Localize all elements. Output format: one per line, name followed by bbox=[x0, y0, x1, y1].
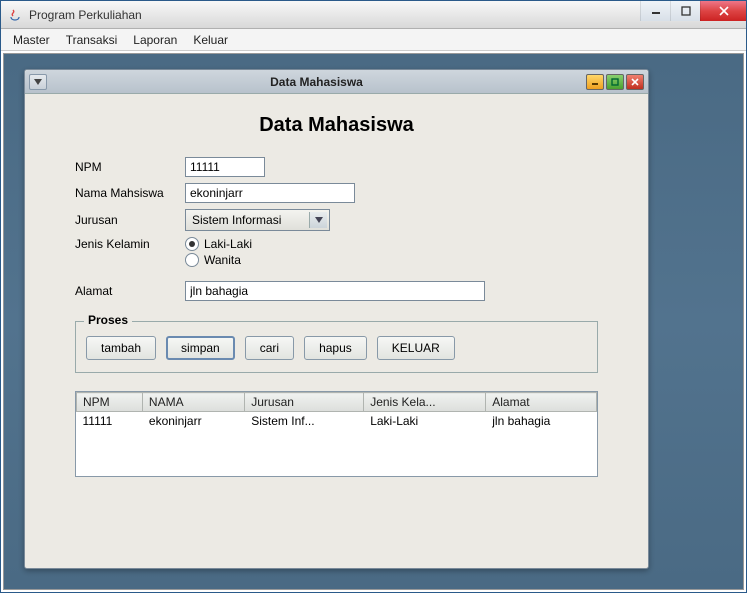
jurusan-selected-value: Sistem Informasi bbox=[192, 213, 281, 227]
proses-legend: Proses bbox=[84, 313, 132, 327]
window-controls bbox=[640, 1, 746, 21]
label-jurusan: Jurusan bbox=[75, 213, 185, 227]
button-row: tambah simpan cari hapus KELUAR bbox=[86, 336, 587, 360]
menu-master[interactable]: Master bbox=[7, 31, 56, 49]
form: NPM Nama Mahsiswa Jurusan Sistem Informa… bbox=[75, 157, 618, 307]
keluar-button[interactable]: KELUAR bbox=[377, 336, 455, 360]
jurusan-select[interactable]: Sistem Informasi bbox=[185, 209, 330, 231]
col-nama[interactable]: NAMA bbox=[142, 393, 244, 412]
radio-laki-label: Laki-Laki bbox=[204, 237, 252, 251]
cell-alamat: jln bahagia bbox=[486, 412, 597, 431]
internal-frame: Data Mahasiswa Data Mahasiswa bbox=[24, 69, 649, 569]
system-menu-icon[interactable] bbox=[29, 74, 47, 90]
cell-npm: 11111 bbox=[77, 412, 143, 431]
app-window: Program Perkuliahan Master Transaksi Lap… bbox=[0, 0, 747, 593]
cell-jurusan: Sistem Inf... bbox=[245, 412, 364, 431]
npm-input[interactable] bbox=[185, 157, 265, 177]
table-row[interactable]: 11111 ekoninjarr Sistem Inf... Laki-Laki… bbox=[77, 412, 597, 431]
label-nama: Nama Mahsiswa bbox=[75, 186, 185, 200]
internal-controls bbox=[586, 74, 644, 90]
col-npm[interactable]: NPM bbox=[77, 393, 143, 412]
radio-wanita[interactable]: Wanita bbox=[185, 253, 252, 267]
label-jenis-kelamin: Jenis Kelamin bbox=[75, 237, 185, 251]
menu-transaksi[interactable]: Transaksi bbox=[60, 31, 124, 49]
col-jenis-kelamin[interactable]: Jenis Kela... bbox=[364, 393, 486, 412]
internal-titlebar: Data Mahasiswa bbox=[25, 70, 648, 94]
col-alamat[interactable]: Alamat bbox=[486, 393, 597, 412]
internal-minimize-button[interactable] bbox=[586, 74, 604, 90]
cari-button[interactable]: cari bbox=[245, 336, 294, 360]
label-npm: NPM bbox=[75, 160, 185, 174]
close-button[interactable] bbox=[700, 1, 746, 21]
window-title: Program Perkuliahan bbox=[29, 8, 142, 22]
internal-close-button[interactable] bbox=[626, 74, 644, 90]
radio-wanita-label: Wanita bbox=[204, 253, 241, 267]
page-heading: Data Mahasiswa bbox=[55, 114, 618, 137]
internal-title: Data Mahasiswa bbox=[47, 75, 586, 89]
menu-laporan[interactable]: Laporan bbox=[127, 31, 183, 49]
hapus-button[interactable]: hapus bbox=[304, 336, 367, 360]
nama-input[interactable] bbox=[185, 183, 355, 203]
titlebar: Program Perkuliahan bbox=[1, 1, 746, 29]
jenis-kelamin-group: Laki-Laki Wanita bbox=[185, 237, 252, 267]
label-alamat: Alamat bbox=[75, 284, 185, 298]
radio-icon bbox=[185, 237, 199, 251]
simpan-button[interactable]: simpan bbox=[166, 336, 235, 360]
maximize-button[interactable] bbox=[670, 1, 700, 21]
java-icon bbox=[7, 7, 23, 23]
cell-nama: ekoninjarr bbox=[142, 412, 244, 431]
alamat-input[interactable] bbox=[185, 281, 485, 301]
col-jurusan[interactable]: Jurusan bbox=[245, 393, 364, 412]
cell-jk: Laki-Laki bbox=[364, 412, 486, 431]
menubar: Master Transaksi Laporan Keluar bbox=[1, 29, 746, 51]
data-table[interactable]: NPM NAMA Jurusan Jenis Kela... Alamat 11… bbox=[75, 391, 598, 477]
menu-keluar[interactable]: Keluar bbox=[187, 31, 234, 49]
radio-laki[interactable]: Laki-Laki bbox=[185, 237, 252, 251]
table-header-row: NPM NAMA Jurusan Jenis Kela... Alamat bbox=[77, 393, 597, 412]
chevron-down-icon bbox=[309, 212, 327, 228]
internal-maximize-button[interactable] bbox=[606, 74, 624, 90]
mdi-desktop: Data Mahasiswa Data Mahasiswa bbox=[3, 53, 744, 590]
tambah-button[interactable]: tambah bbox=[86, 336, 156, 360]
internal-body: Data Mahasiswa NPM Nama Mahsiswa Jurusan… bbox=[25, 94, 648, 568]
radio-icon bbox=[185, 253, 199, 267]
proses-panel: Proses tambah simpan cari hapus KELUAR bbox=[75, 321, 598, 373]
minimize-button[interactable] bbox=[640, 1, 670, 21]
